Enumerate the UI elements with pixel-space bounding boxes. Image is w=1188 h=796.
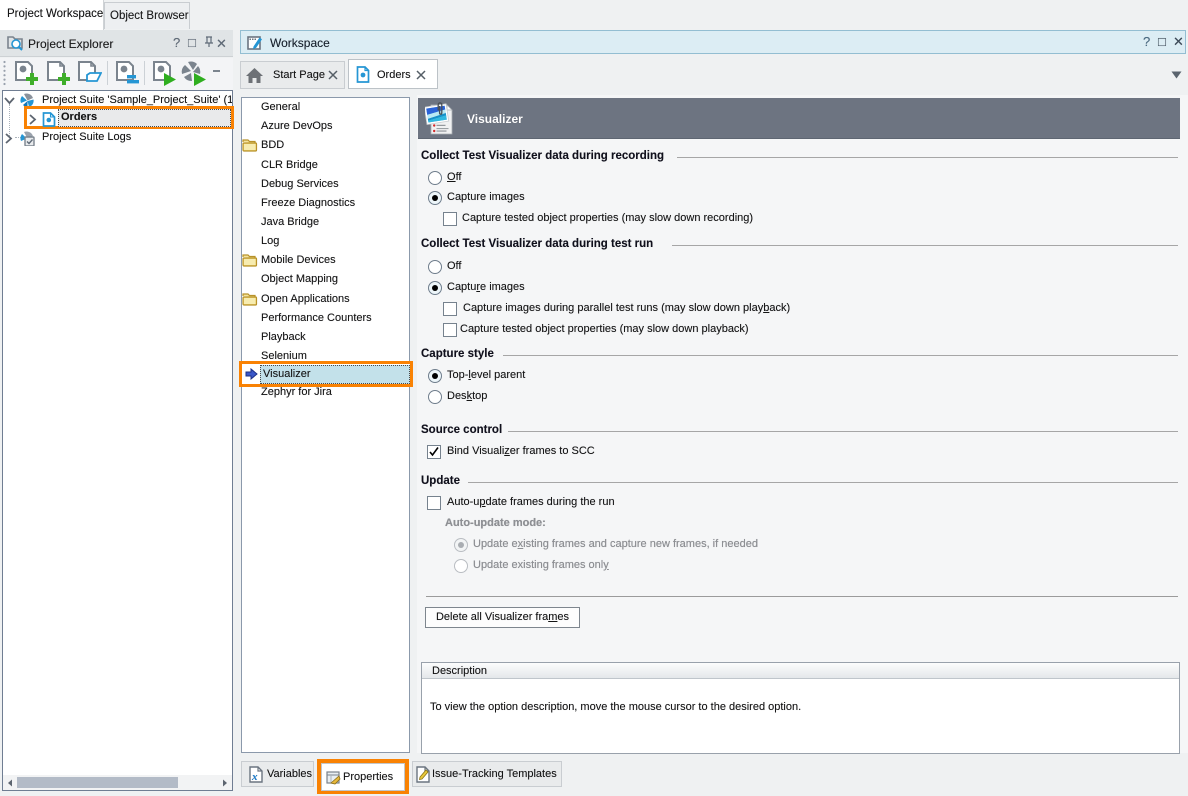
svg-text:x: x [251,771,258,783]
